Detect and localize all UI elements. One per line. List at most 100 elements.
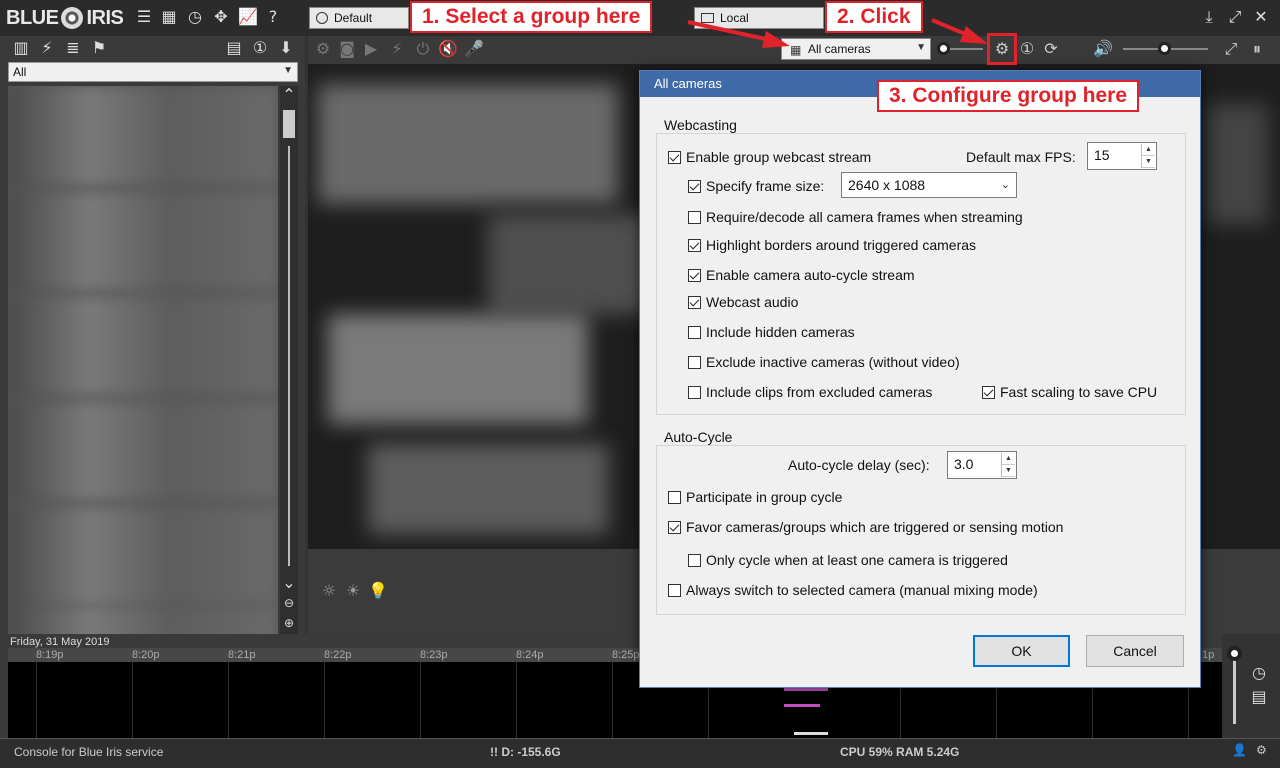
enable-webcast-checkbox[interactable]: Enable group webcast stream bbox=[668, 149, 871, 165]
participate-cycle-checkbox[interactable]: Participate in group cycle bbox=[668, 489, 842, 505]
clock-icon[interactable]: ◷ bbox=[186, 8, 204, 26]
gear-icon[interactable]: ⚙ bbox=[314, 40, 332, 58]
one-icon[interactable]: ① bbox=[251, 39, 269, 57]
stepper-up-icon[interactable]: ▲ bbox=[1142, 144, 1155, 156]
power-icon[interactable]: ⏻ bbox=[414, 40, 432, 58]
checkbox-box[interactable] bbox=[668, 520, 681, 534]
checkbox-box[interactable] bbox=[688, 295, 701, 309]
checkbox-box[interactable] bbox=[668, 583, 681, 597]
stepper-down-icon[interactable]: ▼ bbox=[1142, 156, 1155, 168]
refresh-icon[interactable]: ⟳ bbox=[1042, 40, 1060, 58]
frame-size-select[interactable]: 2640 x 1088 ⌄ bbox=[841, 172, 1017, 198]
fullscreen-icon[interactable]: ⤢ bbox=[1226, 8, 1244, 26]
timeline-clip-marker[interactable] bbox=[794, 732, 828, 735]
camera-icon[interactable]: ◙ bbox=[338, 40, 356, 58]
checkbox-box[interactable] bbox=[688, 268, 701, 282]
checkbox-box[interactable] bbox=[688, 553, 701, 567]
help-icon[interactable]: ? bbox=[264, 8, 282, 26]
chart-icon[interactable]: 📈 bbox=[238, 8, 258, 26]
checkbox-box[interactable] bbox=[688, 385, 701, 399]
default-fps-stepper[interactable]: 15 ▲ ▼ bbox=[1087, 142, 1157, 170]
timeline-zoom-track[interactable] bbox=[1233, 654, 1236, 724]
checkbox-box[interactable] bbox=[668, 490, 681, 504]
move-icon[interactable]: ✥ bbox=[212, 8, 230, 26]
user-icon[interactable]: 👤 bbox=[1232, 743, 1247, 757]
pause-icon[interactable]: ⏸ bbox=[1248, 40, 1266, 58]
fast-scaling-checkbox[interactable]: Fast scaling to save CPU bbox=[982, 384, 1157, 400]
auto-cycle-delay-stepper[interactable]: 3.0 ▲ ▼ bbox=[947, 451, 1017, 479]
auto-cycle-stream-checkbox[interactable]: Enable camera auto-cycle stream bbox=[688, 267, 915, 283]
bulb-icon[interactable]: 💡 bbox=[368, 582, 388, 600]
video-icon[interactable]: ▶ bbox=[362, 40, 380, 58]
layers-icon[interactable]: ≣ bbox=[64, 39, 82, 57]
one-icon[interactable]: ① bbox=[1018, 40, 1036, 58]
calendar-icon[interactable]: ▤ bbox=[225, 39, 243, 57]
arrow-down-icon[interactable]: ⬇ bbox=[277, 39, 295, 57]
mic-icon[interactable]: 🎤 bbox=[464, 40, 484, 58]
timeline-clip-marker[interactable] bbox=[784, 704, 820, 707]
scroll-down-icon[interactable]: ⌄ bbox=[280, 574, 298, 592]
slider-thumb[interactable] bbox=[937, 42, 950, 55]
specify-frame-size-checkbox[interactable]: Specify frame size: bbox=[688, 178, 824, 194]
camera-thumbnail[interactable] bbox=[8, 191, 278, 291]
checkbox-box[interactable] bbox=[688, 355, 701, 369]
timeline-clip-marker[interactable] bbox=[784, 688, 828, 691]
mute-icon[interactable]: 🔇 bbox=[438, 40, 458, 58]
contrast-icon[interactable]: ☀ bbox=[344, 582, 362, 600]
calendar-icon[interactable]: ▤ bbox=[1250, 688, 1268, 706]
camera-thumbnail[interactable] bbox=[8, 606, 278, 634]
camera-filter-select[interactable]: All ▼ bbox=[8, 62, 298, 82]
camera-thumbnail[interactable] bbox=[8, 506, 278, 606]
webcast-audio-checkbox[interactable]: Webcast audio bbox=[688, 294, 798, 310]
camera-tile[interactable] bbox=[318, 84, 618, 204]
zoom-in-icon[interactable]: ⊕ bbox=[280, 614, 298, 632]
zoom-out-icon[interactable]: ⊖ bbox=[280, 594, 298, 612]
checkbox-box[interactable] bbox=[688, 179, 701, 193]
camera-thumbnail[interactable] bbox=[8, 401, 278, 501]
stepper-buttons[interactable]: ▲ ▼ bbox=[1001, 453, 1015, 477]
group-select[interactable]: ▦ All cameras ▼ bbox=[781, 38, 931, 60]
scroll-up-icon[interactable]: ⌃ bbox=[280, 86, 298, 104]
clock-icon[interactable]: ◷ bbox=[1250, 664, 1268, 682]
scroll-track[interactable] bbox=[288, 146, 290, 566]
profile-selector[interactable]: Default bbox=[309, 7, 409, 29]
bolt-icon[interactable]: ⚡ bbox=[388, 40, 406, 58]
cancel-button[interactable]: Cancel bbox=[1086, 635, 1184, 667]
camera-list-scrollbar[interactable]: ⌃ ⌄ ⊖ ⊕ bbox=[280, 86, 298, 634]
stepper-buttons[interactable]: ▲ ▼ bbox=[1141, 144, 1155, 168]
expand-icon[interactable]: ⤢ bbox=[1222, 40, 1240, 58]
map-icon[interactable]: ▥ bbox=[12, 39, 30, 57]
require-decode-checkbox[interactable]: Require/decode all camera frames when st… bbox=[688, 209, 1023, 225]
only-cycle-triggered-checkbox[interactable]: Only cycle when at least one camera is t… bbox=[688, 552, 1008, 568]
gear-icon[interactable]: ⚙ bbox=[1256, 743, 1267, 757]
volume-icon[interactable]: 🔊 bbox=[1093, 40, 1113, 58]
camera-thumbnail[interactable] bbox=[8, 86, 278, 186]
include-clips-checkbox[interactable]: Include clips from excluded cameras bbox=[688, 384, 932, 400]
checkbox-box[interactable] bbox=[668, 150, 681, 164]
exclude-inactive-checkbox[interactable]: Exclude inactive cameras (without video) bbox=[688, 354, 960, 370]
brightness-icon[interactable]: ☼ bbox=[320, 582, 338, 600]
checkbox-box[interactable] bbox=[688, 325, 701, 339]
timeline-zoom-thumb[interactable] bbox=[1227, 646, 1242, 661]
close-icon[interactable]: ✕ bbox=[1252, 8, 1270, 26]
stepper-up-icon[interactable]: ▲ bbox=[1002, 453, 1015, 465]
checkbox-box[interactable] bbox=[982, 385, 995, 399]
camera-tile[interactable] bbox=[1208, 104, 1268, 224]
include-hidden-checkbox[interactable]: Include hidden cameras bbox=[688, 324, 855, 340]
camera-thumbnail-list[interactable] bbox=[8, 86, 278, 634]
scroll-thumb[interactable] bbox=[283, 110, 295, 138]
always-switch-checkbox[interactable]: Always switch to selected camera (manual… bbox=[668, 582, 1038, 598]
server-selector[interactable]: Local bbox=[694, 7, 824, 29]
camera-tile[interactable] bbox=[328, 314, 588, 424]
checkbox-box[interactable] bbox=[688, 238, 701, 252]
flag-icon[interactable]: ⚑ bbox=[90, 39, 108, 57]
ok-button[interactable]: OK bbox=[973, 635, 1070, 667]
list-icon[interactable]: ☰ bbox=[135, 8, 153, 26]
highlight-borders-checkbox[interactable]: Highlight borders around triggered camer… bbox=[688, 237, 976, 253]
favor-triggered-checkbox[interactable]: Favor cameras/groups which are triggered… bbox=[668, 519, 1063, 535]
clips-icon[interactable]: ▦ bbox=[160, 8, 178, 26]
checkbox-box[interactable] bbox=[688, 210, 701, 224]
camera-thumbnail[interactable] bbox=[8, 296, 278, 396]
camera-tile[interactable] bbox=[368, 444, 608, 534]
stepper-down-icon[interactable]: ▼ bbox=[1002, 465, 1015, 477]
